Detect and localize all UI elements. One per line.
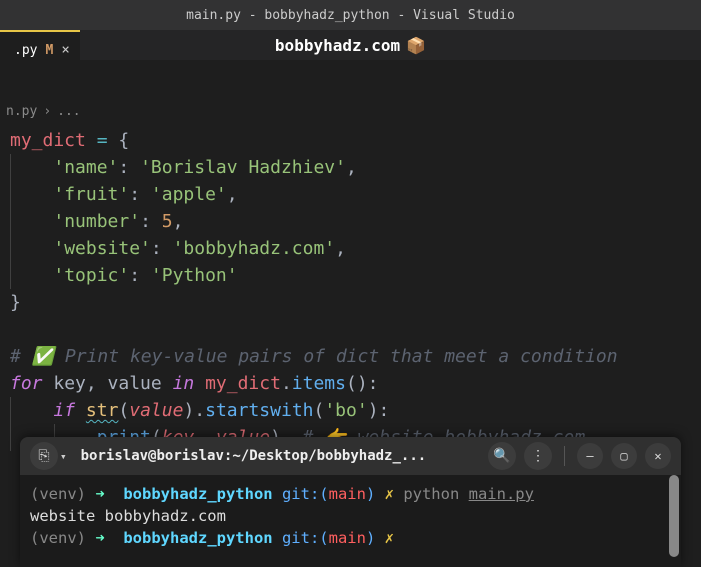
- breadcrumb[interactable]: n.py › ...: [0, 98, 701, 123]
- chevron-right-icon: ›: [43, 104, 51, 119]
- minimize-button[interactable]: —: [577, 443, 603, 469]
- code-line: my_dict = {: [10, 127, 701, 154]
- code-line: 'number': 5,: [10, 208, 701, 235]
- code-line: 'name': 'Borislav Hadzhiev',: [10, 154, 701, 181]
- window-title: main.py - bobbyhadz_python - Visual Stud…: [186, 8, 515, 23]
- new-terminal-icon[interactable]: ⎘: [30, 442, 58, 470]
- tab-main-py[interactable]: .py M ×: [0, 30, 80, 68]
- tab-filename: .py: [14, 43, 37, 58]
- terminal-body[interactable]: (venv) ➜ bobbyhadz_python git:(main) ✗ p…: [20, 475, 681, 557]
- breadcrumb-file: n.py: [6, 104, 37, 119]
- cube-icon: 📦: [406, 36, 426, 55]
- terminal-line: (venv) ➜ bobbyhadz_python git:(main) ✗ p…: [30, 483, 671, 505]
- code-line: }: [10, 289, 701, 316]
- code-line: 'fruit': 'apple',: [10, 181, 701, 208]
- code-line: 'topic': 'Python': [10, 262, 701, 289]
- divider: [564, 446, 565, 466]
- close-icon[interactable]: ×: [61, 42, 69, 58]
- code-line: 'website': 'bobbyhadz.com',: [10, 235, 701, 262]
- close-button[interactable]: ✕: [645, 443, 671, 469]
- window-title-bar: main.py - bobbyhadz_python - Visual Stud…: [0, 0, 701, 30]
- menu-icon[interactable]: ⋮: [524, 442, 552, 470]
- terminal-line: website bobbyhadz.com: [30, 505, 671, 527]
- scrollbar[interactable]: [669, 475, 679, 557]
- breadcrumb-rest: ...: [57, 104, 80, 119]
- search-icon[interactable]: 🔍: [488, 442, 516, 470]
- code-line: for key, value in my_dict.items():: [10, 370, 701, 397]
- tab-modified-indicator: M: [45, 43, 53, 58]
- editor-tabs: .py M ×: [0, 30, 80, 68]
- watermark: bobbyhadz.com 📦: [0, 30, 701, 60]
- chevron-down-icon[interactable]: ▾: [60, 450, 67, 463]
- terminal-line: (venv) ➜ bobbyhadz_python git:(main) ✗: [30, 527, 671, 549]
- terminal-new-tab[interactable]: ⎘ ▾: [30, 442, 67, 470]
- code-editor[interactable]: my_dict = { 'name': 'Borislav Hadzhiev',…: [0, 123, 701, 461]
- code-line: [10, 316, 701, 343]
- terminal-title: borislav@borislav:~/Desktop/bobbyhadz_..…: [75, 448, 480, 464]
- terminal-panel: ⎘ ▾ borislav@borislav:~/Desktop/bobbyhad…: [20, 437, 681, 567]
- code-line: if str(value).startswith('bo'):: [10, 397, 701, 424]
- code-line: # ✅ Print key-value pairs of dict that m…: [10, 343, 701, 370]
- maximize-button[interactable]: ▢: [611, 443, 637, 469]
- terminal-header: ⎘ ▾ borislav@borislav:~/Desktop/bobbyhad…: [20, 437, 681, 475]
- watermark-text: bobbyhadz.com: [275, 36, 400, 55]
